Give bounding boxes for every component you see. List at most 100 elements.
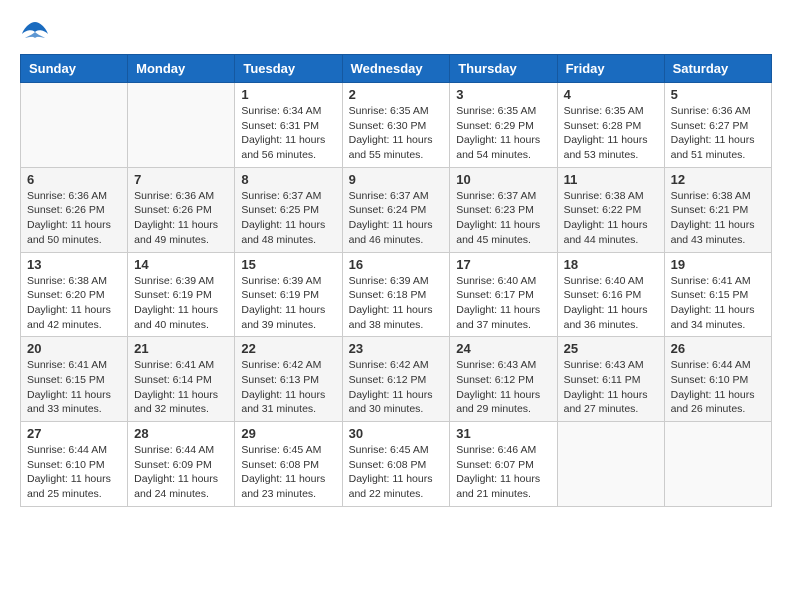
calendar-cell: 13 Sunrise: 6:38 AMSunset: 6:20 PMDayligh… (21, 252, 128, 337)
calendar-cell: 12 Sunrise: 6:38 AMSunset: 6:21 PMDayligh… (664, 167, 771, 252)
day-number: 27 (27, 426, 121, 441)
calendar-cell: 22Sunrise: 6:42 AMSunset: 6:13 PMDayligh… (235, 337, 342, 422)
day-number: 18 (564, 257, 658, 272)
day-info: Sunrise: 6:36 AMSunset: 6:26 PMDaylight:… (134, 189, 228, 248)
calendar-cell: 27 Sunrise: 6:44 AMSunset: 6:10 PMDayligh… (21, 422, 128, 507)
calendar-cell: 24 Sunrise: 6:43 AMSunset: 6:12 PMDayligh… (450, 337, 557, 422)
day-number: 22 (241, 341, 335, 356)
calendar-week-row: 20 Sunrise: 6:41 AMSunset: 6:15 PMDayligh… (21, 337, 772, 422)
day-number: 6 (27, 172, 121, 187)
day-info: Sunrise: 6:35 AMSunset: 6:30 PMDaylight:… (349, 104, 444, 163)
logo (20, 20, 54, 44)
calendar-cell: 31Sunrise: 6:46 AMSunset: 6:07 PMDayligh… (450, 422, 557, 507)
calendar-cell: 30Sunrise: 6:45 AMSunset: 6:08 PMDayligh… (342, 422, 450, 507)
calendar-cell (128, 83, 235, 168)
logo-bird-icon (20, 20, 50, 44)
day-info: Sunrise: 6:40 AMSunset: 6:16 PMDaylight:… (564, 274, 658, 333)
calendar-cell (557, 422, 664, 507)
calendar-cell: 25Sunrise: 6:43 AMSunset: 6:11 PMDayligh… (557, 337, 664, 422)
calendar-cell: 20 Sunrise: 6:41 AMSunset: 6:15 PMDayligh… (21, 337, 128, 422)
calendar-cell: 21Sunrise: 6:41 AMSunset: 6:14 PMDayligh… (128, 337, 235, 422)
day-info: Sunrise: 6:35 AMSunset: 6:28 PMDaylight:… (564, 104, 658, 163)
day-info: Sunrise: 6:39 AMSunset: 6:19 PMDaylight:… (241, 274, 335, 333)
calendar-cell: 8 Sunrise: 6:37 AMSunset: 6:25 PMDaylight… (235, 167, 342, 252)
day-info: Sunrise: 6:45 AMSunset: 6:08 PMDaylight:… (241, 443, 335, 502)
day-number: 23 (349, 341, 444, 356)
calendar-week-row: 1 Sunrise: 6:34 AMSunset: 6:31 PMDaylight… (21, 83, 772, 168)
day-number: 20 (27, 341, 121, 356)
day-number: 4 (564, 87, 658, 102)
day-info: Sunrise: 6:41 AMSunset: 6:15 PMDaylight:… (27, 358, 121, 417)
calendar-table: SundayMondayTuesdayWednesdayThursdayFrid… (20, 54, 772, 507)
day-info: Sunrise: 6:38 AMSunset: 6:22 PMDaylight:… (564, 189, 658, 248)
calendar-cell: 7Sunrise: 6:36 AMSunset: 6:26 PMDaylight… (128, 167, 235, 252)
calendar-cell: 18 Sunrise: 6:40 AMSunset: 6:16 PMDayligh… (557, 252, 664, 337)
day-info: Sunrise: 6:34 AMSunset: 6:31 PMDaylight:… (241, 104, 335, 163)
calendar-header-tuesday: Tuesday (235, 55, 342, 83)
day-info: Sunrise: 6:42 AMSunset: 6:12 PMDaylight:… (349, 358, 444, 417)
calendar-cell: 5 Sunrise: 6:36 AMSunset: 6:27 PMDaylight… (664, 83, 771, 168)
calendar-cell (664, 422, 771, 507)
day-number: 26 (671, 341, 765, 356)
day-number: 11 (564, 172, 658, 187)
calendar-cell: 10 Sunrise: 6:37 AMSunset: 6:23 PMDayligh… (450, 167, 557, 252)
calendar-cell: 17 Sunrise: 6:40 AMSunset: 6:17 PMDayligh… (450, 252, 557, 337)
day-info: Sunrise: 6:46 AMSunset: 6:07 PMDaylight:… (456, 443, 550, 502)
calendar-header-row: SundayMondayTuesdayWednesdayThursdayFrid… (21, 55, 772, 83)
calendar-cell: 15 Sunrise: 6:39 AMSunset: 6:19 PMDayligh… (235, 252, 342, 337)
day-info: Sunrise: 6:44 AMSunset: 6:10 PMDaylight:… (671, 358, 765, 417)
calendar-cell: 23 Sunrise: 6:42 AMSunset: 6:12 PMDayligh… (342, 337, 450, 422)
calendar-cell: 4 Sunrise: 6:35 AMSunset: 6:28 PMDaylight… (557, 83, 664, 168)
calendar-cell: 14 Sunrise: 6:39 AMSunset: 6:19 PMDayligh… (128, 252, 235, 337)
day-info: Sunrise: 6:44 AMSunset: 6:09 PMDaylight:… (134, 443, 228, 502)
day-info: Sunrise: 6:36 AMSunset: 6:27 PMDaylight:… (671, 104, 765, 163)
day-number: 9 (349, 172, 444, 187)
day-info: Sunrise: 6:43 AMSunset: 6:12 PMDaylight:… (456, 358, 550, 417)
day-info: Sunrise: 6:40 AMSunset: 6:17 PMDaylight:… (456, 274, 550, 333)
day-number: 12 (671, 172, 765, 187)
day-number: 5 (671, 87, 765, 102)
calendar-cell: 28 Sunrise: 6:44 AMSunset: 6:09 PMDayligh… (128, 422, 235, 507)
calendar-header-saturday: Saturday (664, 55, 771, 83)
day-number: 15 (241, 257, 335, 272)
calendar-cell: 9Sunrise: 6:37 AMSunset: 6:24 PMDaylight… (342, 167, 450, 252)
day-info: Sunrise: 6:37 AMSunset: 6:23 PMDaylight:… (456, 189, 550, 248)
day-info: Sunrise: 6:37 AMSunset: 6:25 PMDaylight:… (241, 189, 335, 248)
calendar-header-monday: Monday (128, 55, 235, 83)
calendar-header-thursday: Thursday (450, 55, 557, 83)
calendar-cell: 16 Sunrise: 6:39 AMSunset: 6:18 PMDayligh… (342, 252, 450, 337)
day-info: Sunrise: 6:36 AMSunset: 6:26 PMDaylight:… (27, 189, 121, 248)
calendar-week-row: 13 Sunrise: 6:38 AMSunset: 6:20 PMDayligh… (21, 252, 772, 337)
day-number: 2 (349, 87, 444, 102)
day-info: Sunrise: 6:41 AMSunset: 6:15 PMDaylight:… (671, 274, 765, 333)
calendar-cell: 26 Sunrise: 6:44 AMSunset: 6:10 PMDayligh… (664, 337, 771, 422)
day-number: 1 (241, 87, 335, 102)
day-info: Sunrise: 6:39 AMSunset: 6:19 PMDaylight:… (134, 274, 228, 333)
day-number: 3 (456, 87, 550, 102)
day-info: Sunrise: 6:44 AMSunset: 6:10 PMDaylight:… (27, 443, 121, 502)
day-number: 30 (349, 426, 444, 441)
calendar-header-friday: Friday (557, 55, 664, 83)
day-number: 28 (134, 426, 228, 441)
day-number: 8 (241, 172, 335, 187)
day-number: 17 (456, 257, 550, 272)
calendar-cell: 11 Sunrise: 6:38 AMSunset: 6:22 PMDayligh… (557, 167, 664, 252)
day-number: 24 (456, 341, 550, 356)
day-info: Sunrise: 6:39 AMSunset: 6:18 PMDaylight:… (349, 274, 444, 333)
day-number: 21 (134, 341, 228, 356)
calendar-cell: 6 Sunrise: 6:36 AMSunset: 6:26 PMDaylight… (21, 167, 128, 252)
calendar-cell: 19Sunrise: 6:41 AMSunset: 6:15 PMDayligh… (664, 252, 771, 337)
calendar-cell: 2 Sunrise: 6:35 AMSunset: 6:30 PMDaylight… (342, 83, 450, 168)
day-info: Sunrise: 6:38 AMSunset: 6:21 PMDaylight:… (671, 189, 765, 248)
calendar-header-sunday: Sunday (21, 55, 128, 83)
day-number: 29 (241, 426, 335, 441)
day-number: 14 (134, 257, 228, 272)
day-number: 13 (27, 257, 121, 272)
calendar-cell (21, 83, 128, 168)
day-number: 10 (456, 172, 550, 187)
day-number: 16 (349, 257, 444, 272)
day-info: Sunrise: 6:38 AMSunset: 6:20 PMDaylight:… (27, 274, 121, 333)
day-info: Sunrise: 6:35 AMSunset: 6:29 PMDaylight:… (456, 104, 550, 163)
calendar-cell: 3 Sunrise: 6:35 AMSunset: 6:29 PMDaylight… (450, 83, 557, 168)
calendar-cell: 29 Sunrise: 6:45 AMSunset: 6:08 PMDayligh… (235, 422, 342, 507)
